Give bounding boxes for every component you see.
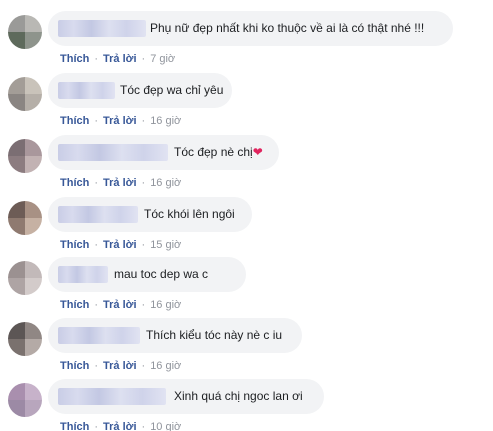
- like-button[interactable]: Thích: [60, 360, 89, 372]
- comment-text: Tóc đẹp wa chỉ yêu: [120, 83, 224, 97]
- comment-text: Phụ nữ đẹp nhất khi ko thuộc về ai là có…: [150, 21, 425, 35]
- separator: ·: [94, 421, 99, 431]
- comment-item: Tóc đẹp nè chị❤ Thích · Trả lời · 16 giờ: [0, 134, 493, 196]
- commenter-name[interactable]: [58, 266, 108, 283]
- separator: ·: [94, 360, 99, 372]
- comment-item: Thích kiểu tóc này nè c iu Thích · Trả lời…: [0, 317, 493, 379]
- timestamp[interactable]: 16 giờ: [150, 177, 181, 189]
- separator: ·: [94, 239, 99, 251]
- reply-button[interactable]: Trả lời: [103, 115, 137, 127]
- like-button[interactable]: Thích: [60, 177, 89, 189]
- avatar[interactable]: [8, 15, 42, 49]
- separator: ·: [94, 53, 99, 65]
- comment-text: Thích kiểu tóc này nè c iu: [146, 328, 283, 342]
- comment-actions: Thích · Trả lời · 16 giờ: [60, 115, 181, 128]
- reply-button[interactable]: Trả lời: [103, 53, 137, 65]
- timestamp[interactable]: 16 giờ: [150, 115, 181, 127]
- like-button[interactable]: Thích: [60, 53, 89, 65]
- comment-bubble: Tóc đẹp wa chỉ yêu: [48, 73, 232, 108]
- separator: ·: [94, 115, 99, 127]
- comment-actions: Thích · Trả lời · 16 giờ: [60, 299, 181, 312]
- heart-emoji-icon: ❤: [252, 145, 263, 159]
- timestamp[interactable]: 15 giờ: [150, 239, 181, 251]
- comment-item: mau toc dep wa c Thích · Trả lời · 16 giờ: [0, 256, 493, 318]
- comment-actions: Thích · Trả lời · 16 giờ: [60, 360, 181, 373]
- reply-button[interactable]: Trả lời: [103, 299, 137, 311]
- timestamp[interactable]: 16 giờ: [150, 360, 181, 372]
- commenter-name[interactable]: [58, 206, 138, 223]
- timestamp[interactable]: 16 giờ: [150, 299, 181, 311]
- reply-button[interactable]: Trả lời: [103, 360, 137, 372]
- reply-button[interactable]: Trả lời: [103, 177, 137, 189]
- avatar[interactable]: [8, 261, 42, 295]
- comment-text: Tóc đẹp nè chị❤: [174, 145, 263, 160]
- comment-actions: Thích · Trả lời · 7 giờ: [60, 53, 175, 66]
- separator: ·: [141, 53, 146, 65]
- comment-actions: Thích · Trả lời · 10 giờ: [60, 421, 181, 431]
- comment-actions: Thích · Trả lời · 16 giờ: [60, 177, 181, 190]
- avatar[interactable]: [8, 139, 42, 173]
- comment-bubble: Xinh quá chị ngoc lan ơi: [48, 379, 324, 414]
- comment-item: Tóc đẹp wa chỉ yêu Thích · Trả lời · 16 giờ: [0, 72, 493, 134]
- avatar[interactable]: [8, 322, 42, 356]
- separator: ·: [141, 360, 146, 372]
- comment-bubble: Phụ nữ đẹp nhất khi ko thuộc về ai là có…: [48, 11, 453, 46]
- timestamp[interactable]: 10 giờ: [150, 421, 181, 431]
- like-button[interactable]: Thích: [60, 239, 89, 251]
- avatar[interactable]: [8, 201, 42, 235]
- like-button[interactable]: Thích: [60, 115, 89, 127]
- separator: ·: [141, 299, 146, 311]
- separator: ·: [94, 299, 99, 311]
- separator: ·: [94, 177, 99, 189]
- comment-item: Tóc khói lên ngôi Thích · Trả lời · 15 giờ: [0, 196, 493, 258]
- separator: ·: [141, 239, 146, 251]
- comment-text: Xinh quá chị ngoc lan ơi: [174, 389, 303, 403]
- separator: ·: [141, 115, 146, 127]
- comment-item: Xinh quá chị ngoc lan ơi Thích · Trả lời · 1…: [0, 378, 493, 431]
- commenter-name[interactable]: [58, 82, 115, 99]
- separator: ·: [141, 177, 146, 189]
- separator: ·: [141, 421, 146, 431]
- like-button[interactable]: Thích: [60, 299, 89, 311]
- commenter-name[interactable]: [58, 327, 140, 344]
- like-button[interactable]: Thích: [60, 421, 89, 431]
- commenter-name[interactable]: [58, 388, 166, 405]
- comment-bubble: mau toc dep wa c: [48, 257, 246, 292]
- commenter-name[interactable]: [58, 20, 146, 37]
- comment-bubble: Thích kiểu tóc này nè c iu: [48, 318, 302, 353]
- comment-actions: Thích · Trả lời · 15 giờ: [60, 239, 181, 252]
- commenter-name[interactable]: [58, 144, 168, 161]
- avatar[interactable]: [8, 77, 42, 111]
- comment-bubble: Tóc khói lên ngôi: [48, 197, 252, 232]
- reply-button[interactable]: Trả lời: [103, 421, 137, 431]
- timestamp[interactable]: 7 giờ: [150, 53, 175, 65]
- comment-text: mau toc dep wa c: [114, 267, 209, 281]
- avatar[interactable]: [8, 383, 42, 417]
- comment-text: Tóc khói lên ngôi: [144, 207, 235, 221]
- reply-button[interactable]: Trả lời: [103, 239, 137, 251]
- comment-bubble: Tóc đẹp nè chị❤: [48, 135, 279, 170]
- comment-text-body: Tóc đẹp nè chị: [174, 145, 253, 159]
- comment-item: Phụ nữ đẹp nhất khi ko thuộc về ai là có…: [0, 10, 493, 72]
